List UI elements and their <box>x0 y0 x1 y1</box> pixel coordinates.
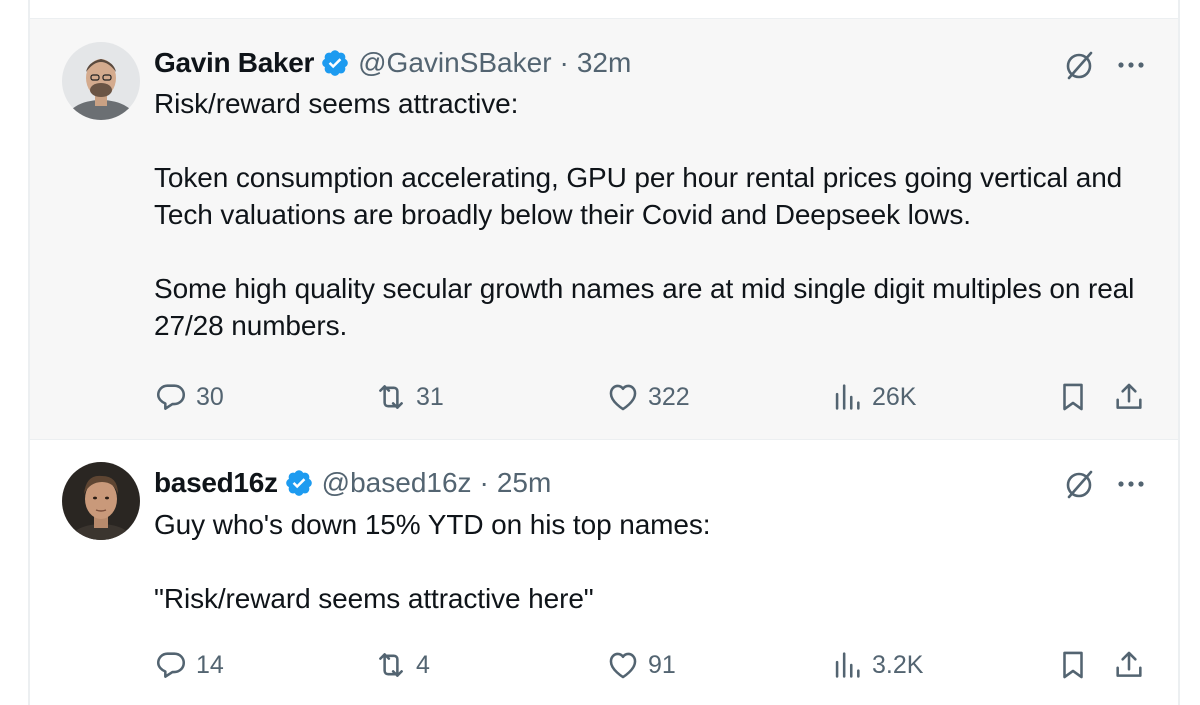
timestamp[interactable]: 32m <box>577 47 631 79</box>
views-count: 26K <box>872 382 917 411</box>
avatar-image <box>62 462 140 540</box>
timeline-column: Gavin Baker @GavinSBaker · 32m Risk/rewa… <box>28 0 1180 705</box>
bookmark-button[interactable] <box>1056 645 1090 685</box>
reply-button[interactable]: 14 <box>154 645 224 685</box>
separator-dot: · <box>559 47 569 78</box>
author-name[interactable]: based16z <box>154 467 278 499</box>
more-icon[interactable] <box>1114 474 1148 494</box>
author-handle[interactable]: @based16z <box>322 467 472 499</box>
avatar-image <box>62 42 140 120</box>
tweet-text: Guy who's down 15% YTD on his top names:… <box>154 506 1154 617</box>
tweet-header: Gavin Baker @GavinSBaker · 32m <box>154 44 631 82</box>
author-handle[interactable]: @GavinSBaker <box>358 47 551 79</box>
repost-button[interactable]: 31 <box>374 377 444 417</box>
tweet-actions: 30 31 322 26K <box>154 377 1154 417</box>
share-icon <box>1116 383 1142 409</box>
tweet-actions: 14 4 91 3.2K <box>154 645 1154 685</box>
views-icon <box>835 652 860 678</box>
timeline-frame: Gavin Baker @GavinSBaker · 32m Risk/rewa… <box>0 0 1200 705</box>
views-count: 3.2K <box>872 650 924 679</box>
tweet-paragraph: Some high quality secular growth names a… <box>154 273 1135 341</box>
like-icon <box>609 384 637 411</box>
repost-icon <box>379 653 403 677</box>
avatar[interactable] <box>62 462 140 540</box>
previous-tweet-edge <box>30 0 1178 18</box>
author-name[interactable]: Gavin Baker <box>154 47 314 79</box>
like-count: 91 <box>648 650 676 679</box>
like-button[interactable]: 322 <box>606 377 690 417</box>
timestamp[interactable]: 25m <box>497 467 551 499</box>
like-button[interactable]: 91 <box>606 645 676 685</box>
reply-count: 30 <box>196 382 224 411</box>
bookmark-icon <box>1063 651 1083 679</box>
repost-icon <box>379 385 403 409</box>
repost-count: 31 <box>416 382 444 411</box>
tweet[interactable]: Gavin Baker @GavinSBaker · 32m Risk/rewa… <box>30 18 1178 440</box>
share-icon <box>1116 651 1142 677</box>
grok-icon[interactable] <box>1060 466 1098 504</box>
share-button[interactable] <box>1112 377 1146 417</box>
bookmark-icon <box>1063 383 1083 411</box>
avatar[interactable] <box>62 42 140 120</box>
views-button[interactable]: 3.2K <box>830 645 923 685</box>
reply-count: 14 <box>196 650 224 679</box>
like-count: 322 <box>648 382 690 411</box>
grok-icon[interactable] <box>1060 47 1098 85</box>
like-icon <box>609 652 637 679</box>
views-icon <box>835 384 860 410</box>
tweet-paragraph: Risk/reward seems attractive: <box>154 88 519 119</box>
separator-dot: · <box>479 467 489 498</box>
verified-badge-icon <box>284 468 314 498</box>
reply-button[interactable]: 30 <box>154 377 224 417</box>
share-button[interactable] <box>1112 645 1146 685</box>
more-icon[interactable] <box>1114 55 1148 75</box>
views-button[interactable]: 26K <box>830 377 916 417</box>
repost-count: 4 <box>416 650 430 679</box>
tweet-paragraph: "Risk/reward seems attractive here" <box>154 583 594 614</box>
tweet-paragraph: Guy who's down 15% YTD on his top names: <box>154 509 711 540</box>
repost-button[interactable]: 4 <box>374 645 430 685</box>
reply-icon <box>156 652 186 678</box>
verified-badge-icon <box>320 48 350 78</box>
tweet-text: Risk/reward seems attractive: Token cons… <box>154 85 1154 344</box>
tweet-paragraph: Token consumption accelerating, GPU per … <box>154 162 1123 230</box>
tweet[interactable]: based16z @based16z · 25m Guy who's down … <box>30 440 1178 705</box>
reply-icon <box>156 384 186 410</box>
tweet-header: based16z @based16z · 25m <box>154 464 551 502</box>
bookmark-button[interactable] <box>1056 377 1090 417</box>
